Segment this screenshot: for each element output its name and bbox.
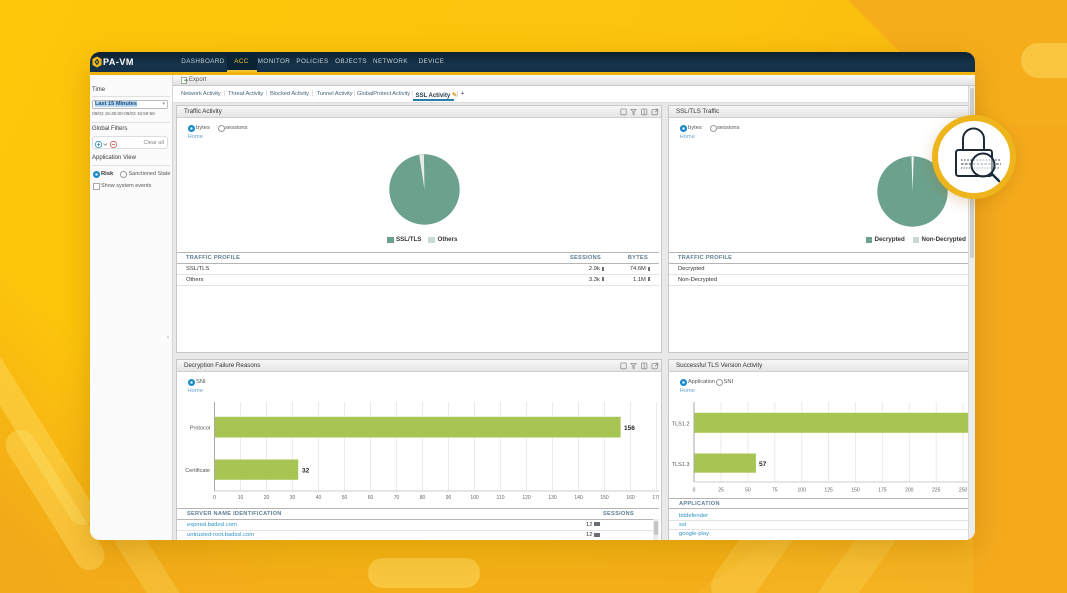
svg-text:Protocol: Protocol <box>190 425 210 431</box>
svg-text:20: 20 <box>264 495 270 501</box>
svg-text:TLS1.3: TLS1.3 <box>672 462 690 468</box>
svg-text:150: 150 <box>600 495 609 501</box>
svg-text:50: 50 <box>342 495 348 501</box>
svg-text:60: 60 <box>368 495 374 501</box>
svg-text:120: 120 <box>522 495 531 501</box>
svg-text:25: 25 <box>718 487 724 493</box>
svg-text:200: 200 <box>905 487 914 493</box>
svg-text:175: 175 <box>878 487 887 493</box>
svg-text:170: 170 <box>652 495 659 501</box>
svg-text:250: 250 <box>959 487 968 493</box>
svg-text:10: 10 <box>238 495 244 501</box>
svg-text:100: 100 <box>798 487 807 493</box>
svg-text:125: 125 <box>824 487 833 493</box>
svg-text:160: 160 <box>626 495 635 501</box>
svg-text:225: 225 <box>932 487 941 493</box>
svg-text:30: 30 <box>290 495 296 501</box>
svg-text:130: 130 <box>548 495 557 501</box>
svg-text:90: 90 <box>446 495 452 501</box>
svg-text:Certificate: Certificate <box>185 468 210 474</box>
svg-text:75: 75 <box>772 487 778 493</box>
svg-text:50: 50 <box>745 487 751 493</box>
svg-text:32: 32 <box>302 467 310 474</box>
svg-text:40: 40 <box>316 495 322 501</box>
svg-text:TLS1.2: TLS1.2 <box>672 421 690 427</box>
svg-text:80: 80 <box>420 495 426 501</box>
svg-text:156: 156 <box>624 425 635 432</box>
svg-text:150: 150 <box>851 487 860 493</box>
svg-text:70: 70 <box>394 495 400 501</box>
svg-text:110: 110 <box>497 495 505 501</box>
svg-text:57: 57 <box>759 461 767 468</box>
svg-text:100: 100 <box>470 495 479 501</box>
svg-text:0: 0 <box>213 495 216 501</box>
svg-text:140: 140 <box>574 495 583 501</box>
svg-text:0: 0 <box>693 487 696 493</box>
